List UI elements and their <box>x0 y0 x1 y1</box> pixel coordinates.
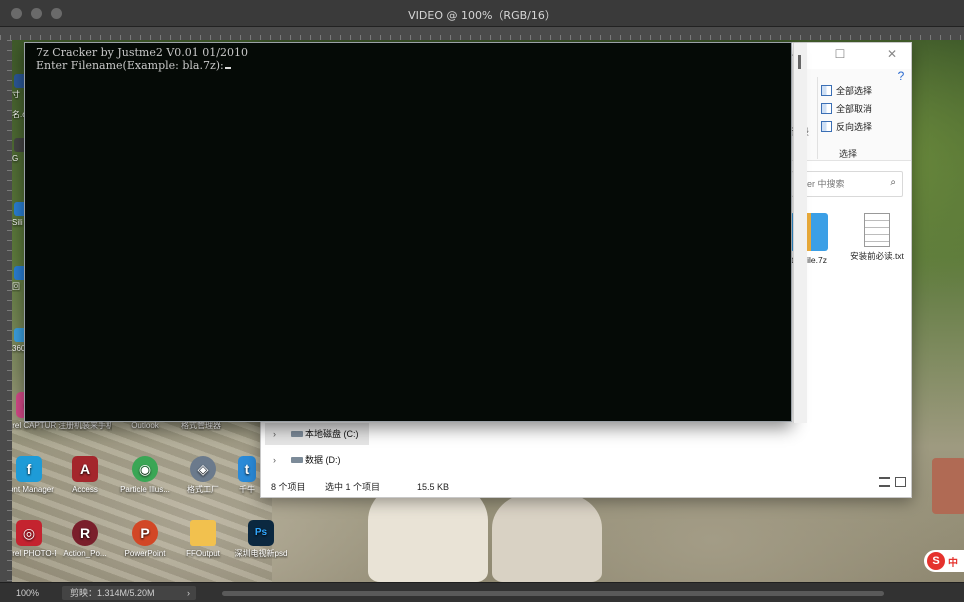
zoom-level[interactable]: 100% <box>16 583 39 602</box>
ime-status-badge[interactable]: S 中 <box>924 550 964 572</box>
app-titlebar: VIDEO @ 100%（RGB/16） <box>0 0 964 27</box>
desktop-icon-access[interactable]: A Access <box>58 456 112 495</box>
desktop-icon-format-factory[interactable]: ◈ 格式工厂 <box>176 456 230 495</box>
invert-selection-button[interactable]: 反向选择 <box>821 119 872 135</box>
select-none-button[interactable]: 全部取消 <box>821 101 872 117</box>
nav-item-data-d[interactable]: › 数据 (D:) <box>265 449 369 471</box>
text-file-icon <box>864 213 890 247</box>
desktop-icon-label: 格式管理器 <box>181 421 221 430</box>
drive-icon <box>291 457 303 463</box>
select-all-icon <box>821 85 832 96</box>
item-count: 8 个项目 <box>271 482 306 492</box>
maximize-button[interactable]: ☐ <box>823 43 857 67</box>
text-cursor <box>224 67 231 69</box>
format-factory-icon: ◈ <box>190 456 216 482</box>
ribbon-divider <box>817 77 818 159</box>
search-input[interactable] <box>798 177 884 191</box>
desktop-icon-particle-illusion[interactable]: ◉ Particle Illus... <box>118 456 172 495</box>
wallpaper-figure-2 <box>492 492 602 582</box>
desktop-icon-label: Corel CAPTURE <box>12 421 56 430</box>
desktop-icon-action-po[interactable]: R Action_Po... <box>58 520 112 559</box>
chevron-right-icon[interactable]: › <box>273 423 276 445</box>
desktop-icon-label: FFOutput <box>186 549 220 558</box>
desktop-icon-font-manager[interactable]: f Font Manager <box>12 456 56 495</box>
stub-label: G <box>12 154 19 163</box>
vertical-ruler <box>0 40 12 582</box>
desktop-icon-label: 注册机装来手机教员 <box>58 421 112 430</box>
photoshop-icon: Ps <box>248 520 274 546</box>
desktop-icon-label: Font Manager <box>12 485 54 494</box>
invert-selection-icon <box>821 121 832 132</box>
nav-item-local-disk-c[interactable]: › 本地磁盘 (C:) <box>265 423 369 445</box>
qianniu-icon: t <box>238 456 256 482</box>
ime-mode-label: 中 <box>948 558 958 569</box>
desktop-icon-label: Particle Illus... <box>120 485 170 494</box>
console-scrollbar[interactable] <box>793 43 807 423</box>
desktop-icon-qianniu[interactable]: t 千牛 <box>232 456 262 495</box>
document-status-bar: 100% 剪映：1.314M/5.20M › <box>0 582 964 602</box>
console-window[interactable]: 7z Cracker by Justme2 V0.01 01/2010 Ente… <box>24 42 807 423</box>
document-title: VIDEO @ 100%（RGB/16） <box>408 9 556 22</box>
help-icon[interactable]: ? <box>891 65 911 89</box>
desktop-icon-label: Corel PHOTO-P... <box>12 549 56 558</box>
stub-label: 寸 <box>12 90 20 99</box>
search-icon[interactable]: ⌕ <box>890 177 896 188</box>
ribbon-group-label: 选择 <box>839 149 858 159</box>
wallpaper-sign <box>932 458 964 514</box>
font-manager-icon: f <box>16 456 42 482</box>
access-icon: A <box>72 456 98 482</box>
desktop-icon-ffoutput[interactable]: FFOutput <box>176 520 230 559</box>
drive-icon <box>291 431 303 437</box>
horizontal-ruler <box>0 27 964 40</box>
large-icons-view-icon[interactable] <box>895 477 906 487</box>
particle-illusion-icon: ◉ <box>132 456 158 482</box>
sogou-logo-icon: S <box>927 552 945 570</box>
selected-count: 选中 1 个项目 <box>325 482 381 492</box>
desktop-icon-label: Outlook <box>131 421 159 430</box>
scrollbar-thumb[interactable] <box>798 55 801 69</box>
powerpoint-icon: P <box>132 520 158 546</box>
desktop-icon-label: 深圳电视新psd <box>234 549 288 558</box>
desktop-icon-label: 千牛 <box>239 485 255 494</box>
screen: VIDEO @ 100%（RGB/16） 寸 名.c G Sili de 回 3… <box>0 0 964 602</box>
corel-photo-paint-icon: ◎ <box>16 520 42 546</box>
stub-label: 回 <box>12 282 20 291</box>
file-item[interactable]: 安装前必读.txt <box>849 213 905 262</box>
desktop-icon-powerpoint[interactable]: P PowerPoint <box>118 520 172 559</box>
selected-size: 15.5 KB <box>417 482 450 492</box>
select-none-icon <box>821 103 832 114</box>
chevron-right-icon[interactable]: › <box>187 586 190 600</box>
action-po-icon: R <box>72 520 98 546</box>
chevron-right-icon[interactable]: › <box>273 449 276 471</box>
desktop-icon-psd-file[interactable]: Ps 深圳电视新psd <box>234 520 288 559</box>
folder-icon <box>190 520 216 546</box>
desktop-icon-label: Access <box>72 485 98 494</box>
status-bar: 8 个项目 选中 1 个项目 15.5 KB <box>261 477 911 497</box>
select-all-button[interactable]: 全部选择 <box>821 83 872 99</box>
search-box[interactable]: ⌕ <box>791 171 903 197</box>
desktop-icon-label: 格式工厂 <box>187 485 219 494</box>
horizontal-scrollbar[interactable] <box>222 591 884 596</box>
document-canvas: 寸 名.c G Sili de 回 360 C Corel CAPTURE 注册… <box>12 40 964 582</box>
doc-info-field[interactable]: 剪映：1.314M/5.20M › <box>62 586 196 600</box>
close-button[interactable]: ✕ <box>875 43 909 67</box>
desktop-icon-label: PowerPoint <box>124 549 166 558</box>
details-view-icon[interactable] <box>879 477 890 487</box>
desktop-icon-corel-photo-paint[interactable]: ◎ Corel PHOTO-P... <box>12 520 56 559</box>
file-name: 安装前必读.txt <box>850 251 904 261</box>
console-banner: 7z Cracker by Justme2 V0.01 01/2010 <box>36 46 248 59</box>
desktop-icon-label: Action_Po... <box>63 549 107 558</box>
console-prompt[interactable]: Enter Filename(Example: bla.7z): <box>36 59 231 72</box>
navigation-pane: › 本地磁盘 (C:) › 数据 (D:) <box>261 419 381 481</box>
